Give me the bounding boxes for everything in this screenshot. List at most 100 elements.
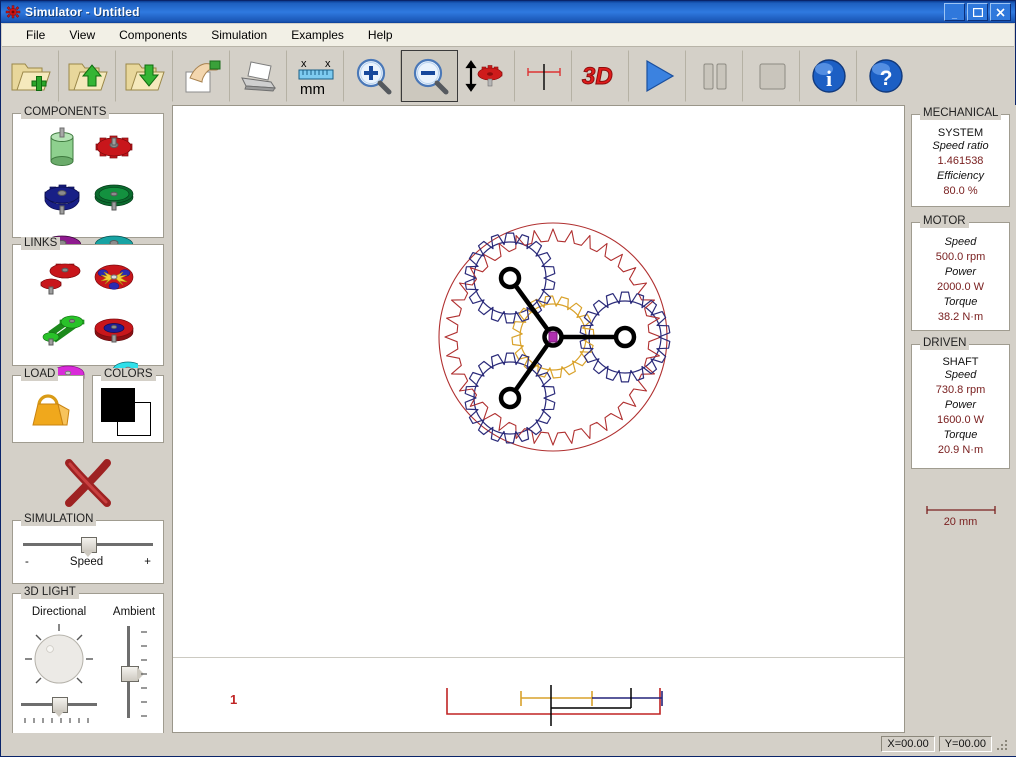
speed-ratio-value: 1.461538: [937, 155, 984, 167]
question-circle-icon: ?: [865, 56, 907, 96]
zoom-in-button[interactable]: [344, 50, 401, 102]
drawing-canvas[interactable]: 1: [172, 105, 905, 733]
schematic-planet: [592, 691, 663, 706]
svg-text:?: ?: [879, 67, 892, 90]
load-weight-button[interactable]: [13, 376, 83, 442]
play-button[interactable]: [629, 50, 686, 102]
foreground-color-swatch[interactable]: [101, 388, 135, 422]
menu-item-simulation[interactable]: Simulation: [201, 25, 277, 45]
magnifier-plus-icon: [352, 56, 394, 96]
window-title: Simulator - Untitled: [25, 5, 140, 19]
driven-torque-label: Torque: [943, 429, 978, 441]
svg-text:x: x: [325, 58, 331, 70]
carrier-pin-bottom: [498, 386, 522, 410]
directional-tick-marks: [24, 718, 89, 723]
status-y-coordinate: Y=00.00: [938, 736, 992, 752]
ambient-light-knob[interactable]: [121, 666, 144, 682]
mechanical-system-panel: MECHANICAL SYSTEM Speed ratio 1.461538 E…: [911, 107, 1010, 207]
green-cylinder-motor-icon: [39, 123, 85, 174]
driven-shaft-panel: DRIVEN SHAFT Speed 730.8 rpm Power 1600.…: [911, 337, 1010, 469]
info-circle-icon: i: [808, 56, 850, 96]
folder-plus-icon: [9, 56, 53, 96]
delete-button[interactable]: [12, 449, 164, 519]
efficiency-label: Efficiency: [936, 170, 985, 182]
link-gear-pair[interactable]: [37, 255, 87, 303]
info-button[interactable]: i: [800, 50, 857, 102]
motor-title: MOTOR: [920, 215, 969, 228]
ambient-light-slider[interactable]: [105, 622, 163, 722]
carrier-pin-right: [613, 325, 637, 349]
red-gear-pair-icon: [38, 254, 86, 305]
select-tool-button[interactable]: [173, 50, 230, 102]
driven-speed-value: 730.8 rpm: [935, 384, 986, 396]
folder-down-icon: [123, 56, 167, 96]
kinematic-schematic: 1: [230, 685, 663, 726]
mechanical-system-title-line2: SYSTEM: [937, 127, 984, 139]
component-ring-gear[interactable]: [89, 174, 139, 222]
menu-item-file[interactable]: File: [16, 25, 55, 45]
component-spur-gear[interactable]: [89, 124, 139, 172]
link-internal-gear[interactable]: [89, 305, 139, 353]
orange-weight-icon: [22, 389, 74, 436]
print-button[interactable]: [230, 50, 287, 102]
new-file-button[interactable]: [2, 50, 59, 102]
menu-item-examples[interactable]: Examples: [281, 25, 354, 45]
menu-item-view[interactable]: View: [59, 25, 105, 45]
link-chain[interactable]: [37, 305, 87, 353]
units-button[interactable]: x x mm: [287, 50, 344, 102]
directional-label: Directional: [31, 606, 87, 618]
load-panel: LOAD: [12, 368, 84, 443]
simulation-speed-knob[interactable]: [81, 537, 97, 557]
speed-ratio-label: Speed ratio: [932, 140, 989, 152]
menu-item-components[interactable]: Components: [109, 25, 197, 45]
light-panel: 3D LIGHT Directional Ambient: [12, 586, 164, 745]
pause-button[interactable]: [686, 50, 743, 102]
component-motor[interactable]: [37, 124, 87, 172]
application-window: Simulator - Untitled _ File View Compone…: [0, 0, 1016, 757]
directional-light-dial[interactable]: [13, 620, 105, 701]
scale-bar-label: 20 mm: [943, 516, 978, 528]
motor-power-value: 2000.0 W: [936, 281, 985, 293]
left-sidebar: COMPONENTS LINKS LOAD COLORS SIMULATION …: [2, 105, 172, 756]
scale-bar: 20 mm: [911, 505, 1010, 528]
maximize-button[interactable]: [967, 3, 988, 21]
title-bar: Simulator - Untitled _: [1, 1, 1015, 23]
menu-item-help[interactable]: Help: [358, 25, 403, 45]
open-file-button[interactable]: [59, 50, 116, 102]
driven-power-value: 1600.0 W: [936, 414, 985, 426]
motor-panel: MOTOR Speed 500.0 rpm Power 2000.0 W Tor…: [911, 215, 1010, 331]
app-gear-icon: [5, 5, 21, 19]
links-panel-title: LINKS: [21, 237, 61, 250]
resize-grip-icon[interactable]: [996, 737, 1010, 751]
green-ring-gear-icon: [91, 173, 137, 224]
minimize-button[interactable]: _: [944, 3, 965, 21]
carrier-pin-top: [498, 266, 522, 290]
units-label: mm: [300, 81, 325, 98]
gear-height-button[interactable]: [458, 50, 515, 102]
simulation-speed-slider[interactable]: [23, 537, 153, 557]
directional-light-slider[interactable]: [21, 697, 97, 717]
directional-light-knob[interactable]: [52, 697, 68, 717]
motor-torque-label: Torque: [943, 296, 978, 308]
link-planetary[interactable]: [89, 255, 139, 303]
load-panel-title: LOAD: [21, 368, 59, 381]
arrow-gear-icon: [464, 56, 510, 96]
component-helical-gear[interactable]: [37, 174, 87, 222]
red-spur-gear-icon: [91, 123, 137, 174]
dimension-button[interactable]: [515, 50, 572, 102]
components-panel-title: COMPONENTS: [21, 106, 110, 119]
motor-power-label: Power: [944, 266, 977, 278]
save-file-button[interactable]: [116, 50, 173, 102]
blue-helical-gear-icon: [39, 173, 85, 224]
play-triangle-icon: [637, 56, 679, 96]
menu-bar: File View Components Simulation Examples…: [2, 24, 1014, 47]
svg-text:i: i: [825, 66, 831, 91]
view-3d-button[interactable]: 3D: [572, 50, 629, 102]
zoom-out-button[interactable]: [401, 50, 458, 102]
mechanical-system-title-line1: MECHANICAL: [920, 107, 1002, 120]
help-button[interactable]: ?: [857, 50, 914, 102]
close-button[interactable]: [990, 3, 1011, 21]
driven-torque-value: 20.9 N·m: [937, 444, 984, 456]
stop-button[interactable]: [743, 50, 800, 102]
ambient-label: Ambient: [112, 606, 156, 618]
